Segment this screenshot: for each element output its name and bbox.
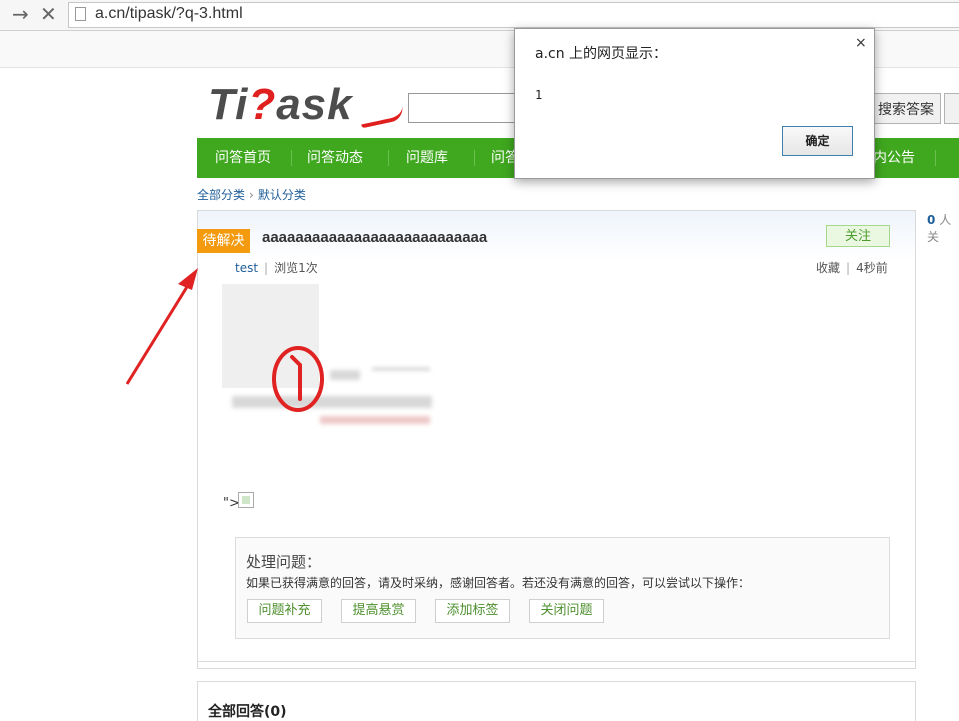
handle-text: 如果已获得满意的回答，请及时采纳，感谢回答者。若还没有满意的回答，可以尝试以下操… (246, 576, 751, 590)
raise-reward-button[interactable]: 提高悬赏 (341, 599, 416, 623)
follow-button[interactable]: 关注 (826, 225, 890, 247)
question-title: aaaaaaaaaaaaaaaaaaaaaaaaaaa (262, 229, 488, 246)
dialog-message: 1 (535, 88, 543, 102)
question-time: 4秒前 (856, 261, 888, 275)
breadcrumb: 全部分类 › 默认分类 (197, 186, 306, 203)
red-arrow-annotation (125, 268, 198, 385)
breadcrumb-current[interactable]: 默认分类 (258, 188, 306, 202)
answers-panel (197, 681, 916, 721)
dialog-close-icon[interactable]: × (855, 35, 867, 51)
logo-text-q: ? (248, 80, 277, 129)
favorite-link[interactable]: 收藏 (816, 261, 840, 275)
nav-item-home[interactable]: 问答首页 (215, 138, 271, 178)
question-meta: test | 浏览1次 (235, 261, 318, 275)
nav-divider (474, 150, 475, 166)
nav-divider (388, 150, 389, 166)
answers-header: 全部回答(0) (208, 704, 287, 720)
blurred-text (320, 416, 430, 424)
nav-divider (935, 150, 936, 166)
handle-title: 处理问题： (246, 553, 322, 571)
url-text: a.cn/tipask/?q-3.html (95, 5, 243, 22)
page-icon (75, 7, 86, 21)
question-meta-right: 收藏 | 4秒前 (816, 261, 888, 275)
breadcrumb-root[interactable]: 全部分类 (197, 188, 245, 202)
chevron-right-icon: › (249, 188, 254, 202)
nav-item-notice[interactable]: 内公告 (873, 138, 915, 178)
add-tag-button[interactable]: 添加标签 (435, 599, 510, 623)
nav-divider (291, 150, 292, 166)
divider (197, 661, 916, 662)
close-icon[interactable]: ✕ (40, 3, 57, 25)
follower-number: 0 (927, 213, 936, 227)
view-count: 浏览1次 (274, 261, 318, 275)
author-link[interactable]: test (235, 261, 258, 275)
arrow-right-icon[interactable]: → (12, 3, 29, 25)
site-logo[interactable]: Ti?ask (208, 80, 405, 130)
blurred-text (330, 370, 360, 380)
close-question-button[interactable]: 关闭问题 (529, 599, 604, 623)
logo-swoosh (359, 105, 405, 129)
ok-button[interactable]: 确定 (782, 126, 853, 156)
follower-count: 0 人关 (927, 211, 959, 245)
logo-text-prefix: Ti (208, 80, 249, 129)
status-badge: 待解决 (197, 229, 250, 253)
broken-image-icon (238, 492, 254, 508)
address-bar[interactable]: a.cn/tipask/?q-3.html (68, 2, 959, 28)
nav-item-activity[interactable]: 问答动态 (307, 138, 363, 178)
red-circle-annotation (272, 346, 324, 412)
blurred-line (372, 368, 430, 370)
blurred-text (232, 396, 432, 408)
nav-item-library[interactable]: 问题库 (406, 138, 448, 178)
supplement-button[interactable]: 问题补充 (247, 599, 322, 623)
logo-text-suffix: ask (276, 80, 353, 129)
dialog-title: a.cn 上的网页显示： (535, 46, 668, 62)
search-button-secondary[interactable] (944, 93, 959, 124)
